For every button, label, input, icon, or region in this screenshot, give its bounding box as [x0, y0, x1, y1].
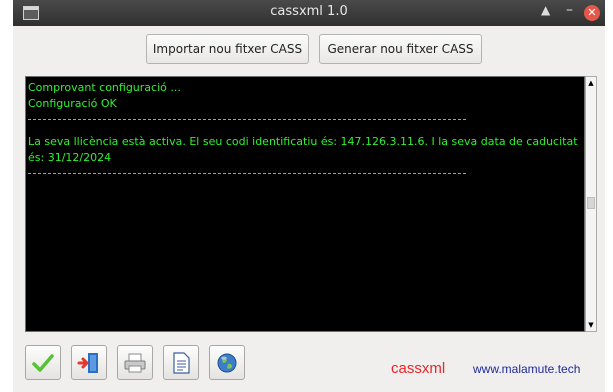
close-button[interactable]: ✕	[584, 5, 600, 21]
title-bar: cassxml 1.0 ▲ – ✕	[13, 0, 605, 26]
scroll-down-arrow-icon[interactable]: ▼	[586, 320, 596, 330]
printer-icon	[124, 353, 146, 373]
action-buttons: Importar nou fitxer CASS Generar nou fit…	[13, 34, 605, 64]
console-line: Configuració OK	[28, 97, 117, 110]
console-scrollbar[interactable]: ▲ ▼	[585, 76, 597, 332]
scroll-up-arrow-icon[interactable]: ▲	[586, 78, 596, 88]
exit-door-icon	[77, 353, 98, 373]
console-line: és: 31/12/2024	[28, 151, 112, 164]
import-cass-button[interactable]: Importar nou fitxer CASS	[146, 34, 309, 64]
web-button[interactable]	[209, 345, 245, 380]
document-icon	[173, 352, 190, 374]
console-separator	[28, 173, 466, 174]
accept-button[interactable]	[25, 345, 61, 380]
website-link[interactable]: www.malamute.tech	[473, 362, 580, 376]
window-title: cassxml 1.0	[270, 4, 348, 19]
check-icon	[32, 354, 54, 372]
generate-cass-button[interactable]: Generar nou fitxer CASS	[319, 34, 482, 64]
console-separator	[28, 119, 466, 120]
globe-icon	[217, 353, 237, 373]
log-console[interactable]: Comprovant configuració ... Configuració…	[25, 76, 585, 332]
console-line: Comprovant configuració ...	[28, 81, 181, 94]
eject-icon[interactable]: ▲	[541, 3, 550, 17]
app-window: cassxml 1.0 ▲ – ✕ Importar nou fitxer CA…	[13, 0, 605, 392]
print-button[interactable]	[117, 345, 153, 380]
document-button[interactable]	[163, 345, 199, 380]
exit-button[interactable]	[71, 345, 107, 380]
brand-label: cassxml	[391, 360, 446, 377]
console-line: La seva llicència està activa. El seu co…	[28, 135, 578, 148]
minimize-button[interactable]: –	[566, 2, 573, 18]
scrollbar-thumb[interactable]	[587, 197, 595, 209]
